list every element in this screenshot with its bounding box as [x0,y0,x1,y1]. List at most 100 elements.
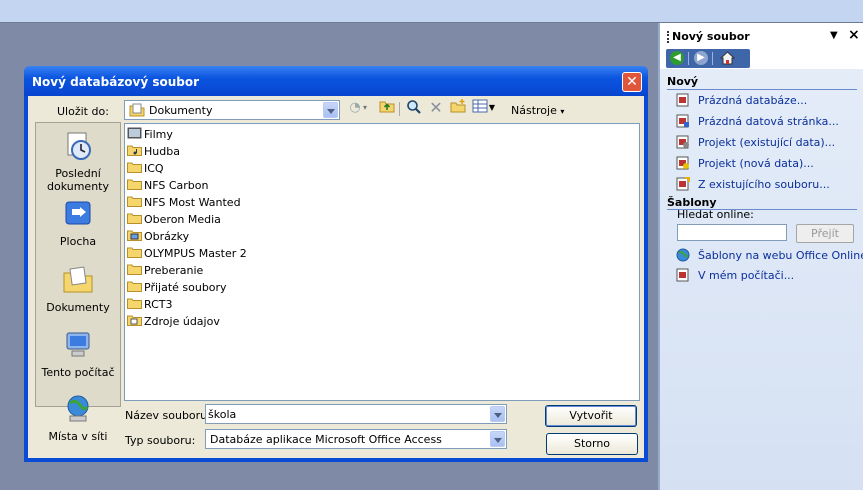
places-bar: Poslední dokumenty Plocha Dokumenty Tent… [35,122,121,443]
file-name: Zdroje údajov [144,315,220,328]
place-documents[interactable]: Dokumenty [36,265,120,314]
grip-icon[interactable] [667,31,671,43]
file-name: ICQ [144,162,164,175]
link-label: Projekt (existující data)... [698,136,836,149]
folder-icon [127,264,142,275]
recent-documents-icon [67,132,91,160]
delete-icon[interactable]: ✕ [427,99,445,117]
blank-page-icon [676,114,689,128]
folder-icon [127,162,142,173]
file-name: Oberon Media [144,213,221,226]
dialog-client: Uložit do: Dokumenty ◔ ▾ ✕ ▼ Nástroje ▾ … [28,96,644,458]
close-icon[interactable]: × [848,27,860,43]
search-web-icon[interactable] [405,99,423,117]
project-existing-icon [676,135,689,149]
from-existing-file-icon [676,177,690,191]
dropdown-arrow-icon[interactable]: ▼ [830,30,838,41]
link-label: Šablony na webu Office Online [698,249,863,262]
task-pane-nav: ◀ ▶ [666,49,750,68]
datasource-folder-icon [127,315,142,326]
place-label: Plocha [59,235,97,248]
file-name: Filmy [144,128,173,141]
create-button[interactable]: Vytvořit [545,405,637,427]
tools-label: Nástroje [511,104,557,117]
section-new-heading: Nový [667,75,699,88]
task-pane-title: Nový soubor [672,30,750,43]
filename-input[interactable]: škola [205,404,507,424]
folder-icon [127,247,142,258]
place-label: Tento počítač [41,366,115,379]
file-name: Obrázky [144,230,190,243]
file-name: RCT3 [144,298,173,311]
folder-icon [127,179,142,190]
save-in-combo[interactable]: Dokumenty [124,100,340,120]
close-icon[interactable]: ✕ [622,72,642,92]
link-label: Prázdná databáze... [698,94,808,107]
place-my-computer[interactable]: Tento počítač [36,330,120,379]
place-label: Dokumenty [46,301,110,314]
filetype-select[interactable]: Databáze aplikace Microsoft Office Acces… [205,429,507,449]
forward-icon[interactable]: ▶ [694,51,708,65]
task-pane-header: Nový soubor ▼ × [660,23,863,49]
file-name: OLYMPUS Master 2 [144,247,247,260]
place-label: Místa v síti [48,430,108,443]
divider [667,89,857,90]
file-name: NFS Carbon [144,179,209,192]
project-new-icon [676,156,689,170]
film-folder-icon [127,127,142,139]
filetype-label: Typ souboru: [125,434,196,447]
home-icon[interactable] [719,51,736,65]
place-network[interactable]: Místa v síti [36,394,120,443]
place-recent-documents[interactable]: Poslední dokumenty [36,131,120,193]
documents-folder-icon [129,103,145,117]
my-computer-icon [66,332,90,357]
folder-icon [127,213,142,224]
network-places-icon [67,395,89,422]
tools-menu[interactable]: Nástroje ▾ [511,104,564,117]
filename-value: škola [208,408,237,421]
link-label: Z existujícího souboru... [698,178,830,191]
computer-template-icon [676,268,689,282]
folder-icon [127,298,142,309]
desktop-icon [65,201,91,225]
file-name: Hudba [144,145,180,158]
filetype-value: Databáze aplikace Microsoft Office Acces… [210,433,442,446]
cancel-button[interactable]: Storno [546,433,638,455]
file-name: NFS Most Wanted [144,196,241,209]
chevron-down-icon[interactable] [490,406,505,422]
place-label: Poslední dokumenty [47,167,109,193]
task-pane: Nový soubor ▼ × ◀ ▶ Nový Prázdná databáz… [658,23,863,490]
link-label: Prázdná datová stránka... [698,115,839,128]
up-folder-icon[interactable] [378,99,396,117]
back-icon[interactable]: ◀ [670,51,684,65]
views-dropdown-icon[interactable]: ▼ [487,99,497,117]
search-go-button[interactable]: Přejít [796,224,854,243]
new-folder-icon[interactable] [449,99,467,117]
pictures-folder-icon [127,230,142,241]
back-dropdown-icon[interactable]: ▾ [360,99,370,117]
tools-dropdown-icon: ▾ [560,107,565,116]
folder-icon [127,281,142,292]
search-online-input[interactable] [677,224,787,241]
folder-icon [127,196,142,207]
new-database-dialog: Nový databázový soubor ✕ Uložit do: Doku… [24,66,648,462]
link-label: V mém počítači... [698,269,795,282]
file-name: Preberanie [144,264,204,277]
blank-database-icon [676,93,689,107]
search-online-label: Hledat online: [677,208,754,221]
filename-label: Název souboru: [125,409,211,422]
dialog-title-bar[interactable]: Nový databázový soubor ✕ [24,66,648,96]
documents-icon [63,266,93,293]
dialog-title: Nový databázový soubor [32,75,200,89]
application-toolbar-strip [0,0,863,23]
save-in-label: Uložit do: [57,105,109,118]
chevron-down-icon[interactable] [323,102,338,118]
link-label: Projekt (nová data)... [698,157,814,170]
file-name: Přijaté soubory [144,281,227,294]
music-folder-icon [127,145,142,156]
place-desktop[interactable]: Plocha [36,199,120,248]
save-in-value: Dokumenty [149,104,213,117]
file-list[interactable]: Filmy Hudba ICQ NFS Carbon NFS Most Want… [124,123,640,401]
globe-icon [676,248,690,262]
chevron-down-icon[interactable] [490,431,505,447]
